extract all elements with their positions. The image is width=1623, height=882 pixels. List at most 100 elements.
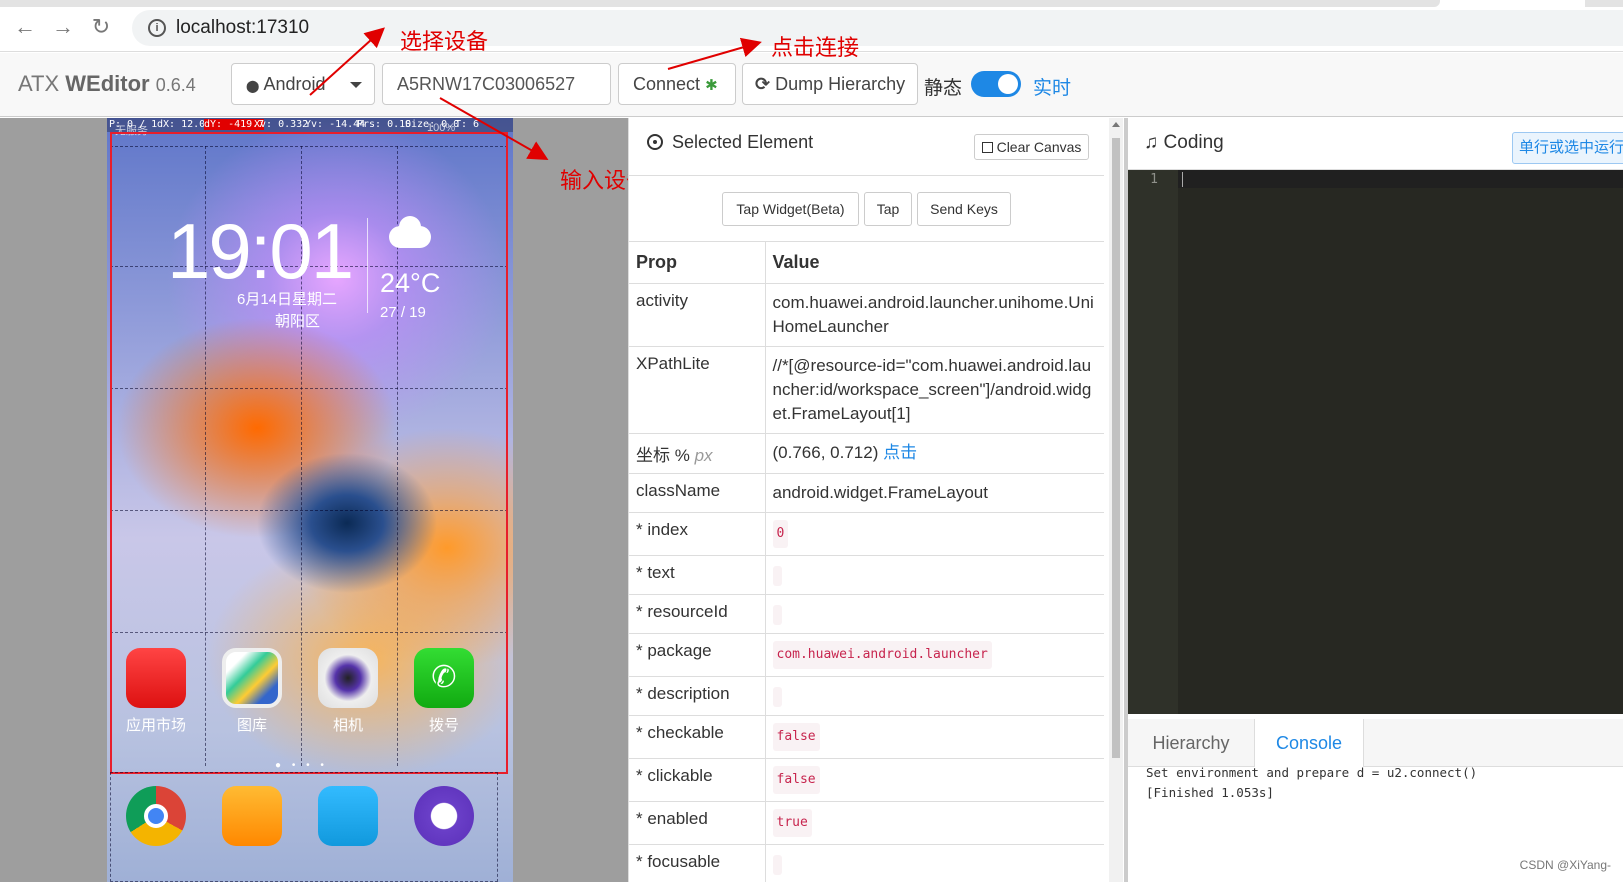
realtime-toggle[interactable] [971, 71, 1021, 97]
panel-title: Selected Element [647, 132, 813, 153]
header-value: Value [765, 242, 1104, 284]
device-screenshot[interactable]: P: 0 / 1 dX: 12.0 dY: -419.7 Xv: 0.332 Y… [107, 118, 513, 882]
annotation-click-connect: 点击连接 [771, 36, 860, 61]
action-buttons: Tap Widget(Beta) Tap Send Keys [629, 176, 1104, 242]
tap-widget-button[interactable]: Tap Widget(Beta) [722, 192, 859, 226]
prop-key: * description [629, 676, 766, 716]
line-numbers: 1 [1128, 170, 1178, 714]
site-info-icon[interactable]: i [148, 19, 166, 37]
table-row: XPathLite //*[@resource-id="com.huawei.a… [629, 346, 1104, 434]
prop-value: android.widget.FrameLayout [765, 473, 1104, 513]
prop-key: * checkable [629, 715, 766, 759]
connect-button[interactable]: Connect ✱ [618, 63, 736, 105]
app-label: 应用市场 [125, 717, 186, 734]
panel-scrollbar[interactable] [1109, 118, 1123, 882]
forward-icon[interactable]: → [50, 14, 76, 40]
code-value: com.huawei.android.launcher [772, 641, 992, 669]
temperature-text: 24°C [380, 268, 441, 298]
table-row: * description [629, 676, 1104, 716]
app-label: 图库 [236, 717, 267, 734]
app-brand: ATX WEditor 0.6.4 [18, 71, 196, 97]
selected-element-panel: Selected Element Clear Canvas Tap Widget… [628, 118, 1104, 882]
table-row: 坐标 % px (0.766, 0.712) 点击 [629, 433, 1104, 474]
prop-value: (0.766, 0.712) 点击 [765, 433, 1104, 474]
table-row: * resourceId [629, 594, 1104, 634]
clock-widget: 19:01 [167, 207, 354, 295]
static-mode-label: 静态 [924, 78, 963, 99]
app-toolbar: ATX WEditor 0.6.4 ⬤ Android A5RNW17C0300… [0, 53, 1623, 117]
overlay-xv: Xv: 0.332 [254, 119, 309, 130]
coding-panel: ♫ Coding 单行或选中运行 1 Hierarchy Console Set… [1124, 118, 1623, 882]
scrollbar-thumb[interactable] [1112, 138, 1120, 758]
clear-canvas-label: Clear Canvas [996, 139, 1082, 155]
dump-hierarchy-label: Dump Hierarchy [775, 74, 906, 94]
messages-icon[interactable] [318, 786, 378, 846]
device-serial-input[interactable]: A5RNW17C03006527 [382, 63, 611, 105]
phone-icon[interactable]: ✆ [414, 648, 474, 708]
prop-key: * enabled [629, 801, 766, 845]
prop-value: com.huawei.android.launcher [765, 633, 1104, 677]
appgallery-icon[interactable] [126, 648, 186, 708]
toggle-knob [998, 74, 1018, 94]
app-label: 拨号 [428, 717, 459, 734]
app-version: 0.6.4 [155, 75, 196, 95]
table-row: * clickable false [629, 758, 1104, 802]
coord-key: 坐标 % [636, 446, 690, 465]
chrome-center [144, 804, 168, 828]
table-row: * focusable [629, 844, 1104, 882]
camera-icon[interactable] [318, 648, 378, 708]
platform-value: Android [263, 74, 326, 94]
prop-value: //*[@resource-id="com.huawei.android.lau… [765, 346, 1104, 434]
chrome-icon[interactable] [126, 786, 186, 846]
tab-hierarchy[interactable]: Hierarchy [1128, 719, 1254, 767]
back-icon[interactable]: ← [12, 14, 38, 40]
code-value: false [772, 723, 820, 751]
code-value: true [772, 809, 812, 837]
prop-value: com.huawei.android.launcher.unihome.UniH… [765, 283, 1104, 347]
date-text: 6月14日星期二 [237, 291, 338, 308]
bottom-tabs: Hierarchy Console [1128, 719, 1623, 767]
prop-key: * package [629, 633, 766, 677]
gallery-icon[interactable] [222, 648, 282, 708]
click-coord-link[interactable]: 点击 [883, 443, 917, 462]
header-prop: Prop [629, 242, 766, 284]
chevron-down-icon [350, 82, 362, 88]
console-line: [Finished 1.053s] [1146, 785, 1274, 800]
prop-key: * focusable [629, 844, 766, 882]
url-text[interactable]: localhost:17310 [176, 17, 309, 39]
code-value [772, 686, 782, 707]
table-row: className android.widget.FrameLayout [629, 473, 1104, 513]
tab-console[interactable]: Console [1254, 719, 1364, 767]
browser-icon[interactable] [414, 786, 474, 846]
address-bar[interactable]: i localhost:17310 [132, 10, 1623, 46]
tab-strip [0, 0, 1440, 7]
tab-strip-end [1585, 0, 1623, 7]
panel-title-text: Selected Element [672, 132, 814, 152]
run-selection-button[interactable]: 单行或选中运行 [1512, 132, 1623, 164]
clear-canvas-button[interactable]: Clear Canvas [974, 134, 1089, 160]
overlay-t: T: 6 [455, 119, 480, 130]
realtime-mode-label: 实时 [1033, 78, 1072, 99]
dump-hierarchy-button[interactable]: ⟳ Dump Hierarchy [742, 63, 918, 105]
prop-key: className [629, 473, 766, 513]
brand-name: ATX [18, 71, 60, 96]
code-editor[interactable]: 1 [1128, 170, 1623, 714]
contacts-icon[interactable] [222, 786, 282, 846]
prop-value: false [765, 758, 1104, 802]
reload-icon[interactable]: ↻ [88, 14, 114, 40]
platform-select[interactable]: ⬤ Android [231, 63, 375, 105]
prop-value [765, 844, 1104, 882]
scroll-up-icon[interactable] [1112, 122, 1120, 127]
table-row: * text [629, 555, 1104, 595]
plug-icon: ✱ [705, 77, 718, 94]
coord-value: (0.766, 0.712) [772, 443, 879, 462]
prop-key: activity [629, 283, 766, 347]
temperature-range: 27 / 19 [380, 304, 426, 321]
tap-button[interactable]: Tap [864, 192, 912, 226]
refresh-icon: ⟳ [755, 74, 771, 94]
px-toggle[interactable]: px [695, 446, 713, 465]
prop-value: true [765, 801, 1104, 845]
send-keys-button[interactable]: Send Keys [917, 192, 1011, 226]
table-row: * enabled true [629, 801, 1104, 845]
console-line: Set environment and prepare d = u2.conne… [1146, 765, 1478, 780]
